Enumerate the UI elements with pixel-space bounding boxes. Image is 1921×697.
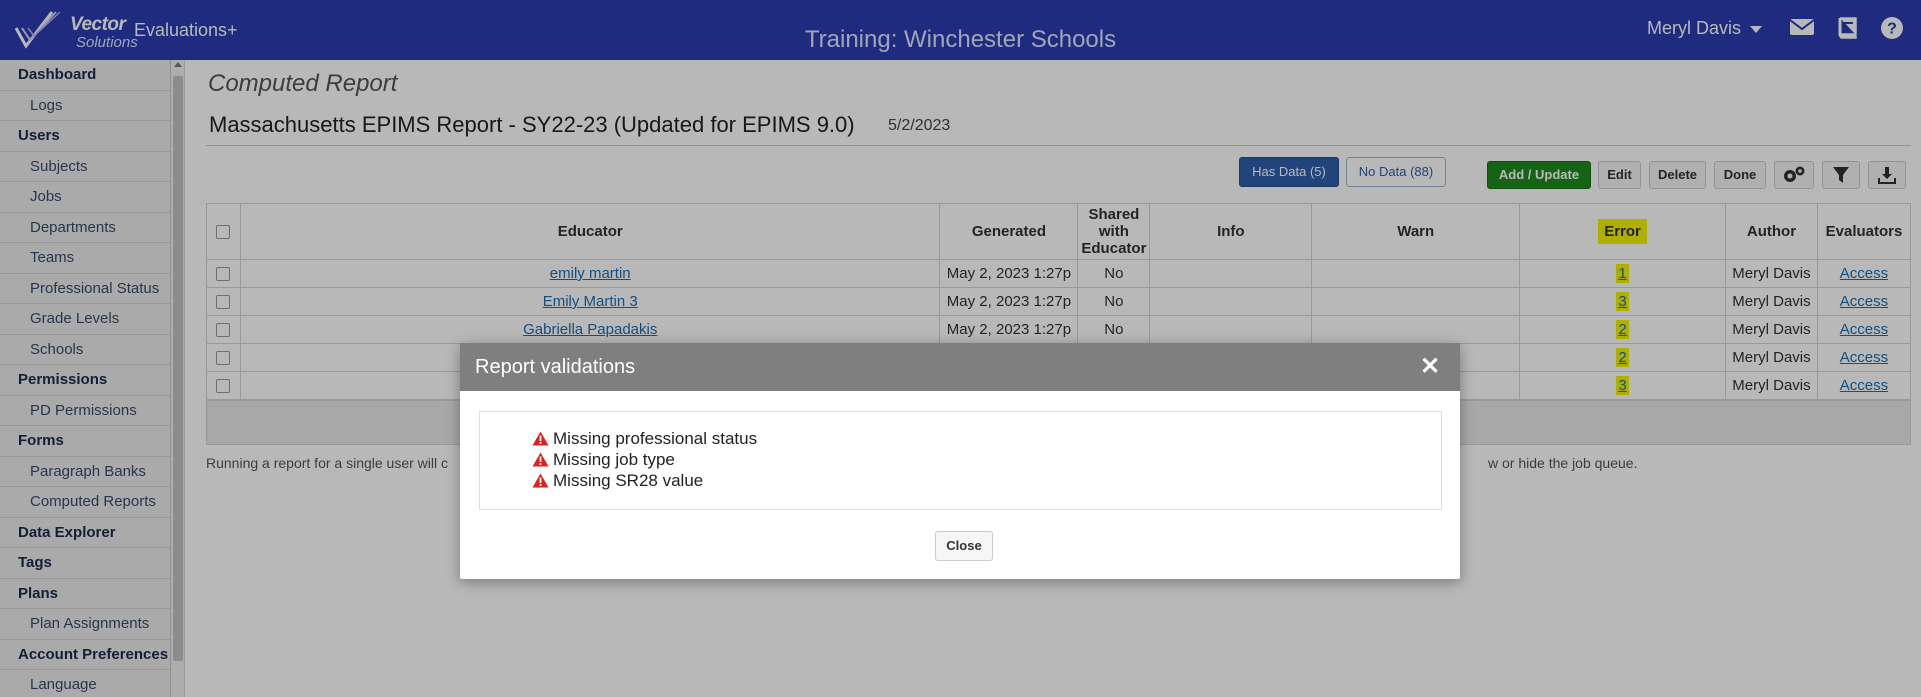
validation-item: Missing job type (532, 450, 675, 472)
warning-icon (532, 473, 549, 493)
warning-icon (532, 431, 549, 451)
report-validations-modal: Report validations ✕ Missing professiona… (460, 343, 1460, 579)
modal-header: Report validations ✕ (460, 343, 1460, 391)
validation-item: Missing SR28 value (532, 471, 703, 493)
warning-icon (532, 452, 549, 472)
validations-list: Missing professional status Missing job t… (479, 411, 1442, 510)
validation-text: Missing SR28 value (553, 471, 704, 490)
validation-text: Missing job type (553, 450, 675, 469)
validation-text: Missing professional status (553, 429, 758, 448)
close-icon[interactable]: ✕ (1420, 355, 1440, 379)
close-button[interactable]: Close (935, 531, 993, 561)
modal-title: Report validations (475, 356, 636, 378)
validation-item: Missing professional status (532, 429, 757, 451)
